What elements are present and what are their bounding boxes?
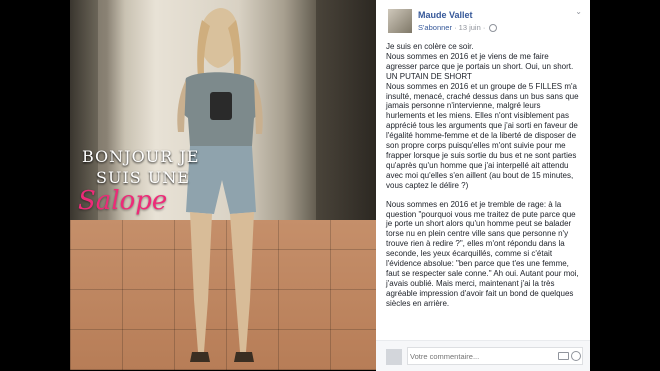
- comment-input[interactable]: [410, 352, 530, 361]
- post-paragraph: Nous sommes en 2016 et je tremble de rag…: [386, 199, 579, 308]
- photo-overlay-line2: SUIS UNE: [96, 168, 190, 187]
- post-paragraph: Nous sommes en 2016 et un groupe de 5 FI…: [386, 81, 579, 190]
- post-date[interactable]: · 13 juin ·: [454, 23, 485, 32]
- follow-link[interactable]: S'abonner: [418, 23, 452, 32]
- chevron-down-icon[interactable]: ⌄: [575, 7, 582, 16]
- author-name[interactable]: Maude Vallet: [418, 10, 473, 20]
- commenter-avatar: [386, 349, 402, 365]
- post-panel: Maude Vallet S'abonner · 13 juin · ⌄ Je …: [376, 0, 590, 371]
- globe-icon: [489, 24, 498, 33]
- author-avatar[interactable]: [388, 9, 412, 33]
- post-body: Je suis en colère ce soir. Nous sommes e…: [386, 42, 582, 318]
- photo-overlay-word: Salope: [78, 186, 168, 216]
- post-paragraph: Nous sommes en 2016 et je viens de me fa…: [386, 51, 574, 81]
- emoji-icon[interactable]: [571, 351, 581, 361]
- post-paragraph: Je suis en colère ce soir.: [386, 42, 474, 51]
- camera-icon[interactable]: [558, 352, 569, 360]
- photo-overlay-line1: BONJOUR JE: [82, 147, 200, 166]
- post-meta: S'abonner · 13 juin ·: [418, 23, 498, 33]
